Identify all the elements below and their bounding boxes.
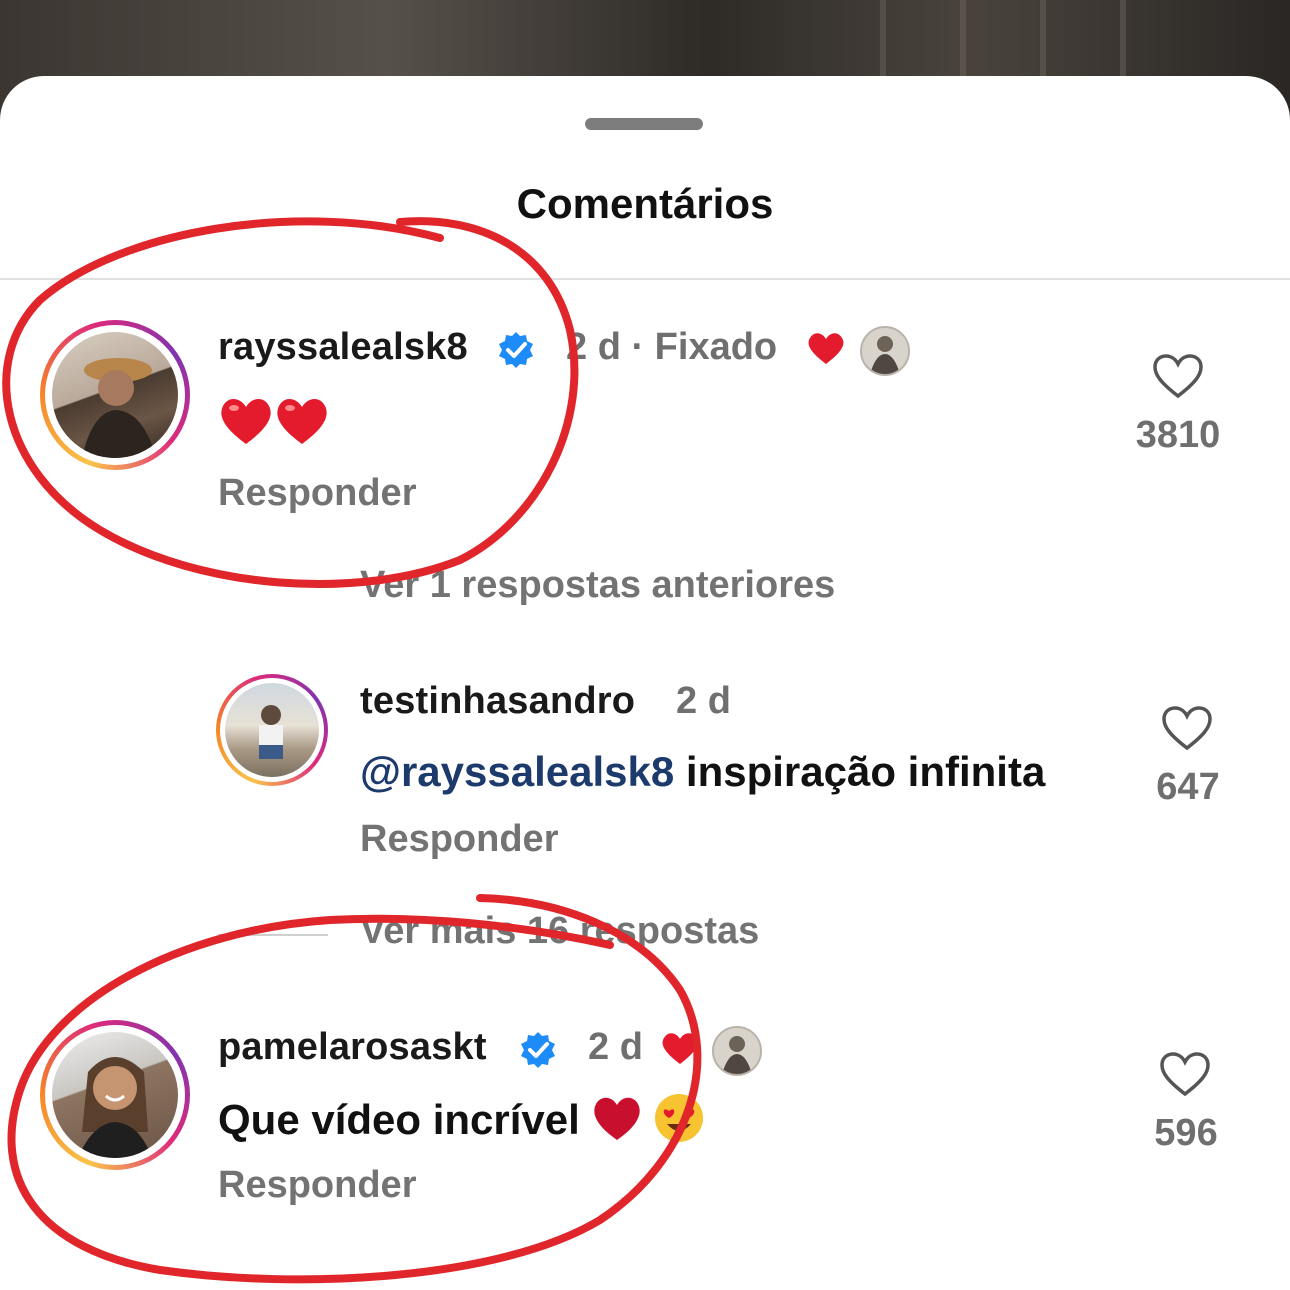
avatar-photo	[225, 683, 319, 777]
like-count: 3810	[1135, 414, 1221, 456]
creator-avatar	[712, 1026, 762, 1076]
avatar[interactable]	[40, 1020, 190, 1170]
heart-eyes-emoji-icon	[655, 1094, 704, 1142]
sheet-title: Comentários	[516, 180, 774, 227]
comment-meta: 2 d	[588, 1026, 643, 1068]
creator-avatar	[860, 326, 910, 376]
comment-body: inspiração infinita	[674, 748, 1046, 795]
verified-badge-icon	[521, 1032, 555, 1068]
drag-handle[interactable]	[585, 118, 703, 130]
comments-sheet: Comentários rayssalealsk8 2 d · Fixado R…	[0, 76, 1290, 1290]
replies-divider-line	[218, 934, 328, 936]
like-count: 647	[1156, 766, 1220, 808]
avatar-photo	[52, 1032, 178, 1158]
comment-meta: 2 d	[676, 680, 731, 722]
comment-text: Que vídeo incrível	[218, 1092, 709, 1144]
comment-text	[218, 394, 330, 456]
comment-username[interactable]: pamelarosaskt	[218, 1026, 487, 1069]
heart-emoji-icon	[808, 333, 844, 364]
reply-button[interactable]: Responder	[218, 472, 416, 515]
heart-emoji-icon	[662, 1033, 698, 1064]
reply-button[interactable]: Responder	[218, 1164, 416, 1207]
view-replies-label[interactable]: Ver mais 16 respostas	[360, 910, 759, 953]
comment-username[interactable]: rayssalealsk8	[218, 326, 468, 369]
reply-button[interactable]: Responder	[360, 818, 558, 861]
heart-emoji-icon	[594, 1097, 641, 1140]
verified-badge-icon	[499, 332, 533, 368]
emoji-group	[594, 1094, 704, 1142]
heart-outline-icon[interactable]	[1160, 704, 1214, 752]
header-divider	[0, 278, 1290, 280]
heart-outline-icon[interactable]	[1151, 352, 1205, 400]
avatar[interactable]	[40, 320, 190, 470]
heart-emoji-icon	[221, 398, 327, 444]
comment-text: @rayssalealsk8 inspiração infinita	[360, 748, 1045, 796]
comment-meta: 2 d · Fixado	[566, 326, 778, 368]
avatar-photo	[52, 332, 178, 458]
heart-outline-icon[interactable]	[1158, 1050, 1212, 1098]
comment-username[interactable]: testinhasandro	[360, 680, 635, 723]
view-replies-label[interactable]: Ver 1 respostas anteriores	[360, 564, 835, 607]
mention-link[interactable]: @rayssalealsk8	[360, 748, 674, 795]
like-count: 596	[1154, 1112, 1218, 1154]
avatar[interactable]	[216, 674, 328, 786]
comment-body: Que vídeo incrível	[218, 1096, 580, 1143]
